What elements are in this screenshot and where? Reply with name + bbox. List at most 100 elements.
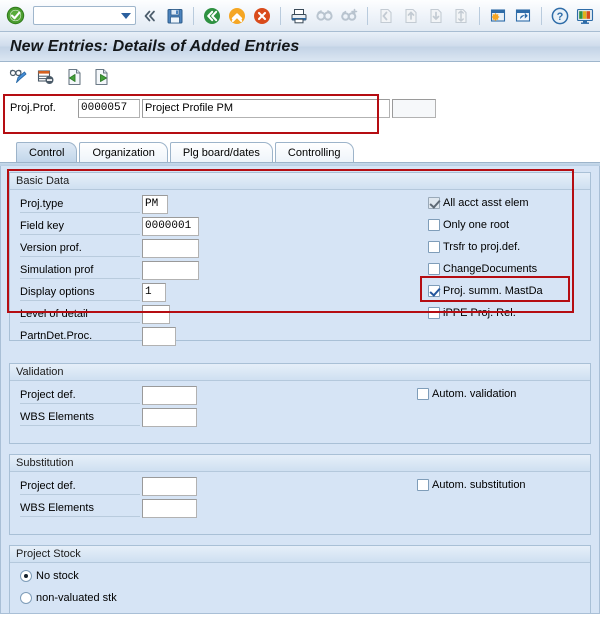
- system-toolbar: ?: [0, 0, 600, 32]
- tab-label: Organization: [92, 146, 155, 159]
- checkbox-all-acct-asst-elem[interactable]: [428, 197, 440, 209]
- checkbox-label: Only one root: [443, 219, 510, 231]
- partndet-proc-input[interactable]: [142, 326, 176, 346]
- proj-type-input[interactable]: [142, 194, 168, 214]
- proj-prof-key-input[interactable]: [78, 98, 140, 118]
- command-field[interactable]: [33, 6, 136, 25]
- collapse-icon[interactable]: [139, 5, 161, 27]
- first-page-icon[interactable]: [375, 5, 397, 27]
- tab-label: Control: [29, 146, 65, 159]
- tab-organization[interactable]: Organization: [79, 142, 168, 162]
- field-label: Level of detail: [20, 306, 140, 323]
- previous-page-icon[interactable]: [400, 5, 422, 27]
- checkbox-label: Proj. summ. MastDa: [443, 285, 543, 297]
- chevron-down-icon[interactable]: [121, 12, 131, 19]
- field-label: WBS Elements: [20, 409, 140, 426]
- field-label: WBS Elements: [20, 500, 140, 517]
- header-field-area: Proj.Prof.: [0, 92, 600, 140]
- validation-body: Project def. WBS Elements Autom. validat…: [10, 381, 590, 443]
- substitution-body: Project def. WBS Elements Autom. substit…: [10, 472, 590, 534]
- window-title-bar: New Entries: Details of Added Entries: [0, 32, 600, 62]
- back-icon[interactable]: [201, 5, 223, 27]
- substitution-title: Substitution: [10, 455, 590, 472]
- checkbox-row-ippe-proj-rel[interactable]: iPPE Proj. Rel.: [428, 302, 543, 324]
- field-row-validation-wbs-elements: WBS Elements: [10, 406, 590, 428]
- substitution-group: Substitution Project def. WBS Elements A…: [9, 454, 591, 535]
- field-label: Version prof.: [20, 240, 140, 257]
- command-input[interactable]: [34, 7, 135, 24]
- radio-label: No stock: [36, 570, 79, 582]
- enter-check-icon[interactable]: [4, 5, 26, 27]
- field-label: Field key: [20, 218, 140, 235]
- tab-plg-board-dates[interactable]: Plg board/dates: [169, 142, 273, 162]
- help-icon[interactable]: ?: [549, 5, 571, 27]
- field-row-substitution-wbs-elements: WBS Elements: [10, 497, 590, 519]
- proj-prof-extra-input[interactable]: [392, 98, 436, 118]
- field-key-input[interactable]: [142, 216, 199, 236]
- checkbox-ippe-proj-rel[interactable]: [428, 307, 440, 319]
- checkbox-label: Autom. substitution: [432, 479, 526, 491]
- simulation-prof-input[interactable]: [142, 260, 199, 280]
- checkbox-row-only-one-root[interactable]: Only one root: [428, 214, 543, 236]
- basic-data-title: Basic Data: [10, 173, 590, 190]
- tabstrip: Control Organization Plg board/dates Con…: [0, 140, 600, 162]
- substitution-wbs-elements-input[interactable]: [142, 498, 197, 518]
- previous-entry-icon[interactable]: [63, 66, 85, 88]
- level-of-detail-input[interactable]: [142, 304, 170, 324]
- display-change-icon[interactable]: [7, 66, 29, 88]
- version-prof-input[interactable]: [142, 238, 199, 258]
- next-page-icon[interactable]: [425, 5, 447, 27]
- radio-non-valuated-stk[interactable]: [20, 592, 32, 604]
- checkbox-row-proj-summ-mastda[interactable]: Proj. summ. MastDa: [428, 280, 543, 302]
- proj-prof-row: Proj.Prof.: [0, 98, 600, 118]
- radio-row-no-stock[interactable]: No stock: [10, 565, 590, 587]
- checkbox-change-documents[interactable]: [428, 263, 440, 275]
- display-options-input[interactable]: [142, 282, 166, 302]
- next-entry-icon[interactable]: [91, 66, 113, 88]
- tab-label: Controlling: [287, 146, 341, 159]
- svg-text:?: ?: [557, 11, 564, 23]
- radio-row-non-valuated-stk[interactable]: non-valuated stk: [10, 587, 590, 609]
- substitution-project-def-input[interactable]: [142, 476, 197, 496]
- field-label: Display options: [20, 284, 140, 301]
- checkbox-row-all-acct-asst-elem[interactable]: All acct asst elem: [428, 192, 543, 214]
- checkbox-trsfr-to-proj-def[interactable]: [428, 241, 440, 253]
- proj-prof-description-input[interactable]: [142, 98, 390, 118]
- proj-prof-label: Proj.Prof.: [10, 102, 56, 114]
- toolbar-divider: [367, 6, 368, 25]
- checkbox-autom-validation[interactable]: [417, 388, 429, 400]
- validation-group: Validation Project def. WBS Elements Aut…: [9, 363, 591, 444]
- validation-project-def-input[interactable]: [142, 385, 197, 405]
- create-session-icon[interactable]: [487, 5, 509, 27]
- toolbar-divider: [541, 6, 542, 25]
- toolbar-divider: [193, 6, 194, 25]
- tab-label: Plg board/dates: [182, 146, 260, 159]
- create-shortcut-icon[interactable]: [512, 5, 534, 27]
- tab-controlling[interactable]: Controlling: [274, 142, 354, 162]
- last-page-icon[interactable]: [450, 5, 472, 27]
- checkbox-label: iPPE Proj. Rel.: [443, 307, 516, 319]
- checkbox-row-automatic-reqmnts-grouping[interactable]: Automatic reqmnts grouping: [253, 609, 406, 613]
- print-icon[interactable]: [288, 5, 310, 27]
- radio-no-stock[interactable]: [20, 570, 32, 582]
- checkbox-row-change-documents[interactable]: ChangeDocuments: [428, 258, 543, 280]
- checkbox-label: Autom. validation: [432, 388, 517, 400]
- cancel-icon[interactable]: [251, 5, 273, 27]
- validation-wbs-elements-input[interactable]: [142, 407, 197, 427]
- checkbox-row-autom-validation[interactable]: Autom. validation: [417, 383, 516, 405]
- field-label: Project def.: [20, 387, 140, 404]
- save-icon[interactable]: [164, 5, 186, 27]
- delete-entry-icon[interactable]: [35, 66, 57, 88]
- checkbox-row-autom-substitution[interactable]: Autom. substitution: [417, 474, 526, 496]
- checkbox-row-trsfr-to-proj-def[interactable]: Trsfr to proj.def.: [428, 236, 543, 258]
- find-icon[interactable]: [313, 5, 335, 27]
- checkbox-proj-summ-mastda[interactable]: [428, 285, 440, 297]
- customize-layout-icon[interactable]: [574, 5, 596, 27]
- find-next-icon[interactable]: [338, 5, 360, 27]
- tab-control[interactable]: Control: [16, 142, 78, 162]
- checkbox-autom-substitution[interactable]: [417, 479, 429, 491]
- basic-data-checkbox-column: All acct asst elem Only one root Trsfr t…: [428, 192, 543, 324]
- checkbox-only-one-root[interactable]: [428, 219, 440, 231]
- field-label: Proj.type: [20, 196, 140, 213]
- exit-icon[interactable]: [226, 5, 248, 27]
